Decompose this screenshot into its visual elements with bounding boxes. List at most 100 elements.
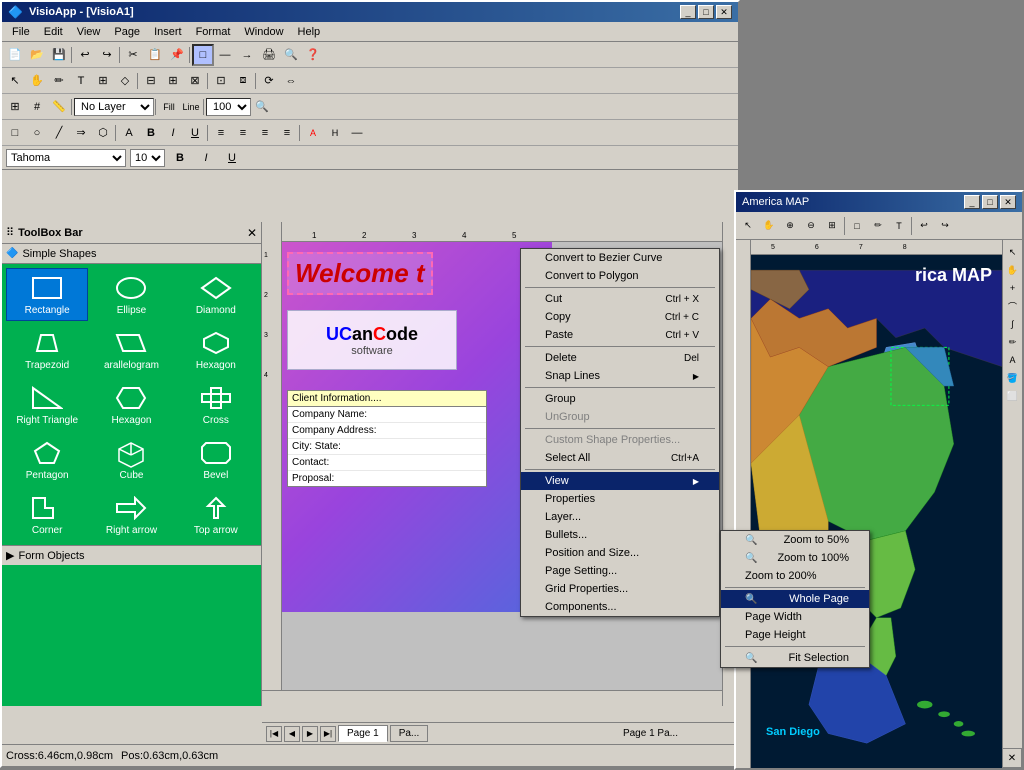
flip-btn[interactable]: ⇔: [280, 70, 302, 92]
pan-btn[interactable]: ✋: [26, 70, 48, 92]
page-last-btn[interactable]: ▶|: [320, 726, 336, 742]
close-button[interactable]: ✕: [716, 5, 732, 19]
maximize-button[interactable]: □: [698, 5, 714, 19]
layer-dropdown[interactable]: No Layer: [74, 98, 154, 116]
shape-hexagon2[interactable]: Hexagon: [90, 378, 172, 431]
map-rt-plus[interactable]: +: [1005, 280, 1021, 296]
ctx-position-size[interactable]: Position and Size...: [521, 544, 719, 562]
ctx-properties[interactable]: Properties: [521, 490, 719, 508]
paste-btn[interactable]: 📌: [166, 44, 188, 66]
fill-btn[interactable]: Fill: [158, 96, 180, 118]
shape-top-arrow[interactable]: Top arrow: [175, 488, 257, 541]
align-left-btn[interactable]: ⊟: [140, 70, 162, 92]
shape-parallelogram[interactable]: arallelogram: [90, 323, 172, 376]
view-fit-selection[interactable]: 🔍 Fit Selection: [721, 649, 869, 667]
shape-diamond[interactable]: Diamond: [175, 268, 257, 321]
zoom-dropdown[interactable]: 100: [206, 98, 251, 116]
help-btn[interactable]: ❓: [302, 44, 324, 66]
text-btn[interactable]: T: [70, 70, 92, 92]
page-first-btn[interactable]: |◀: [266, 726, 282, 742]
align-center-btn[interactable]: ⊞: [162, 70, 184, 92]
zoom-in-btn[interactable]: 🔍: [251, 96, 273, 118]
ctx-convert-polygon[interactable]: Convert to Polygon: [521, 267, 719, 285]
map-rt-pan[interactable]: ✋: [1005, 262, 1021, 278]
menu-page[interactable]: Page: [108, 24, 146, 40]
draw-btn[interactable]: ✏: [48, 70, 70, 92]
open-btn[interactable]: 📂: [26, 44, 48, 66]
map-rt-eraser[interactable]: ⬜: [1005, 388, 1021, 404]
rotate-btn[interactable]: ⟳: [258, 70, 280, 92]
zoom-btn[interactable]: 🔍: [280, 44, 302, 66]
page-tab-1[interactable]: Page 1: [338, 725, 388, 742]
underline-font-btn[interactable]: U: [221, 147, 243, 169]
ctx-snap-lines[interactable]: Snap Lines ▶: [521, 367, 719, 385]
map-rt-pointer[interactable]: ↖: [1005, 244, 1021, 260]
bold-btn[interactable]: B: [140, 122, 162, 144]
map-text-btn[interactable]: T: [889, 216, 909, 236]
map-fit-btn[interactable]: ⊞: [822, 216, 842, 236]
line-btn[interactable]: —: [214, 44, 236, 66]
view-zoom-50[interactable]: 🔍 Zoom to 50%: [721, 531, 869, 549]
ctx-delete[interactable]: Delete Del: [521, 349, 719, 367]
ctx-grid-properties[interactable]: Grid Properties...: [521, 580, 719, 598]
bold-font-btn[interactable]: B: [169, 147, 191, 169]
view-whole-page[interactable]: 🔍 Whole Page: [721, 590, 869, 608]
shape-btn[interactable]: ◇: [114, 70, 136, 92]
view-page-height[interactable]: Page Height: [721, 626, 869, 644]
text-shape-btn[interactable]: A: [118, 122, 140, 144]
minimize-button[interactable]: _: [680, 5, 696, 19]
map-redo-btn[interactable]: ↪: [935, 216, 955, 236]
menu-window[interactable]: Window: [238, 24, 289, 40]
shape-ellipse[interactable]: Ellipse: [90, 268, 172, 321]
menu-view[interactable]: View: [71, 24, 107, 40]
map-draw-btn[interactable]: ✏: [868, 216, 888, 236]
page-prev-btn[interactable]: ◀: [284, 726, 300, 742]
align-left-text-btn[interactable]: ≡: [210, 122, 232, 144]
map-pan-btn[interactable]: ✋: [759, 216, 779, 236]
align-center-text-btn[interactable]: ≡: [232, 122, 254, 144]
ctx-cut[interactable]: Cut Ctrl + X: [521, 290, 719, 308]
shape-corner[interactable]: Corner: [6, 488, 88, 541]
map-rt-pen[interactable]: ✏: [1005, 334, 1021, 350]
line-color-btn[interactable]: Line: [180, 96, 202, 118]
map-close-button[interactable]: ✕: [1000, 195, 1016, 209]
highlight-btn[interactable]: H: [324, 122, 346, 144]
ctx-layer[interactable]: Layer...: [521, 508, 719, 526]
view-page-width[interactable]: Page Width: [721, 608, 869, 626]
line-style-btn[interactable]: —: [346, 122, 368, 144]
undo-btn[interactable]: ↩: [74, 44, 96, 66]
page-next-btn[interactable]: ▶: [302, 726, 318, 742]
ctx-paste[interactable]: Paste Ctrl + V: [521, 326, 719, 344]
shape-trapezoid[interactable]: Trapezoid: [6, 323, 88, 376]
justify-btn[interactable]: ≡: [276, 122, 298, 144]
view-zoom-200[interactable]: Zoom to 200%: [721, 567, 869, 585]
map-rt-bucket[interactable]: 🪣: [1005, 370, 1021, 386]
ctx-convert-bezier[interactable]: Convert to Bezier Curve: [521, 249, 719, 267]
rect-shape-btn[interactable]: □: [4, 122, 26, 144]
ctx-components[interactable]: Components...: [521, 598, 719, 616]
ctx-group[interactable]: Group: [521, 390, 719, 408]
shape-cube[interactable]: Cube: [90, 433, 172, 486]
italic-btn[interactable]: I: [162, 122, 184, 144]
ctx-bullets[interactable]: Bullets...: [521, 526, 719, 544]
shape-bevel[interactable]: Bevel: [175, 433, 257, 486]
italic-font-btn[interactable]: I: [195, 147, 217, 169]
map-undo-btn[interactable]: ↩: [914, 216, 934, 236]
cut-btn[interactable]: ✂: [122, 44, 144, 66]
order-btn[interactable]: ⧈: [232, 70, 254, 92]
grid-btn[interactable]: #: [26, 96, 48, 118]
page-tab-2[interactable]: Pa...: [390, 725, 429, 742]
shape-hexagon[interactable]: Hexagon: [175, 323, 257, 376]
ctx-select-all[interactable]: Select All Ctrl+A: [521, 449, 719, 467]
snap-btn[interactable]: ⊞: [4, 96, 26, 118]
menu-format[interactable]: Format: [190, 24, 237, 40]
horizontal-scrollbar[interactable]: [262, 690, 722, 706]
ucancode-box[interactable]: UCanCode software: [287, 310, 457, 370]
shape-cross[interactable]: Cross: [175, 378, 257, 431]
arrow-btn[interactable]: →: [236, 44, 258, 66]
line-shape-btn[interactable]: ╱: [48, 122, 70, 144]
align-right-btn[interactable]: ⊠: [184, 70, 206, 92]
shape-rectangle[interactable]: Rectangle: [6, 268, 88, 321]
save-btn[interactable]: 💾: [48, 44, 70, 66]
font-color-btn[interactable]: A: [302, 122, 324, 144]
